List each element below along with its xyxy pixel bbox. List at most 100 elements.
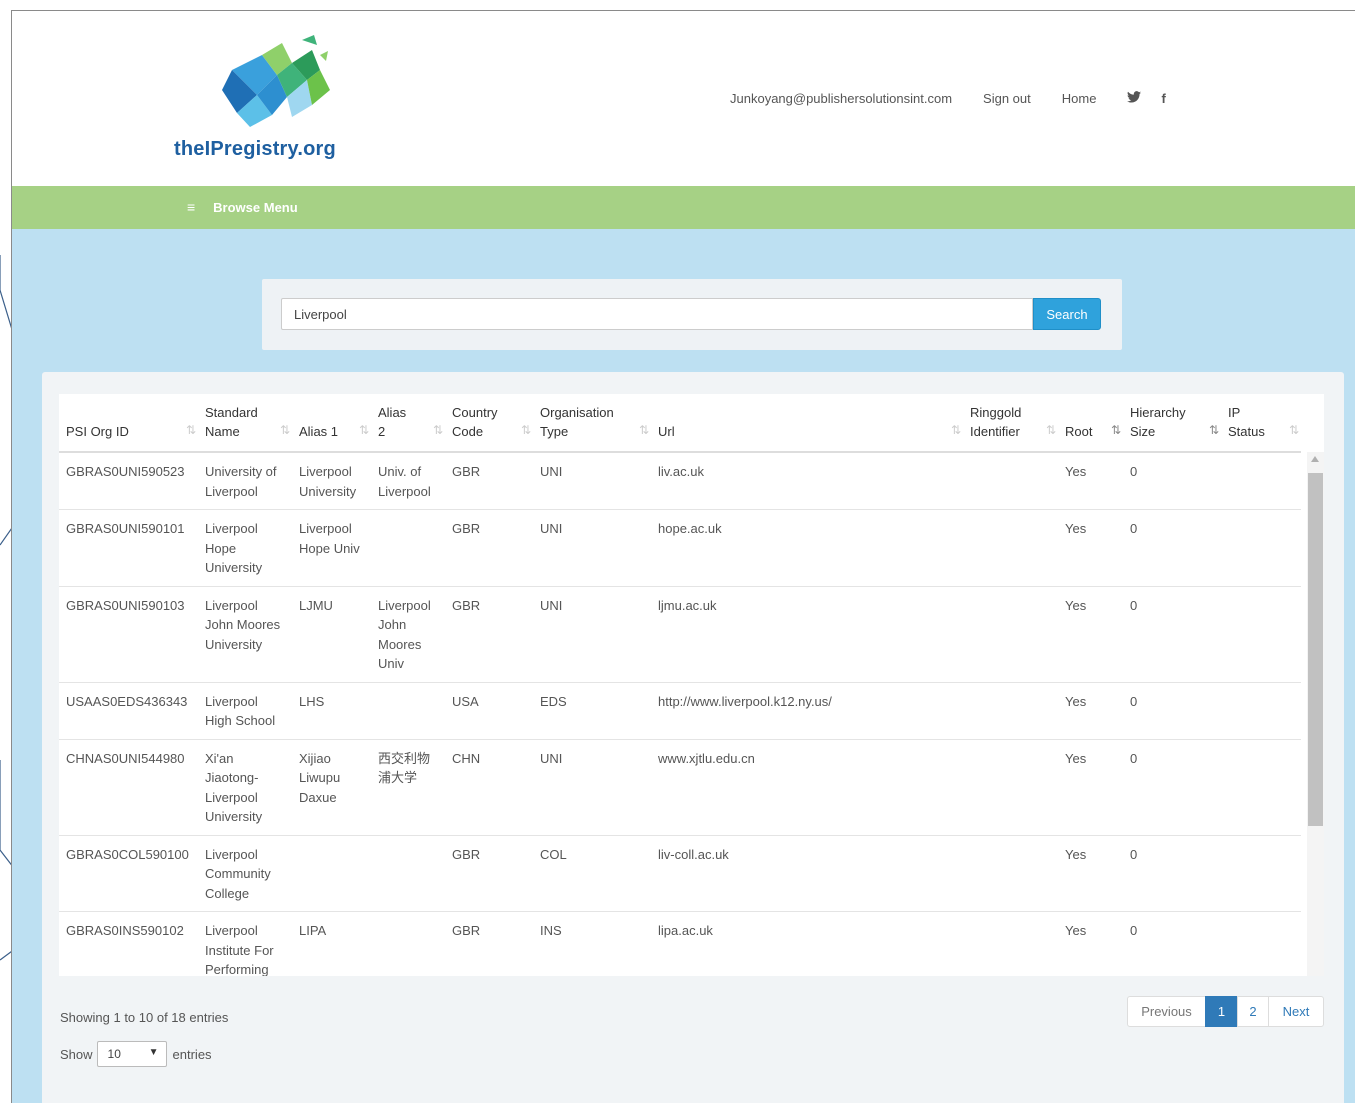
top-nav: Junkoyang@publishersolutionsint.com Sign… bbox=[730, 91, 1186, 106]
pagination-next[interactable]: Next bbox=[1268, 996, 1324, 1027]
cell-root: Yes bbox=[1058, 911, 1123, 976]
logo-globe-icon bbox=[222, 35, 330, 127]
menu-bar: ≡ Browse Menu bbox=[12, 186, 1355, 229]
search-panel: Search bbox=[262, 279, 1122, 350]
cell-psi-org-id: GBRAS0UNI590523 bbox=[59, 451, 198, 510]
column-header-root[interactable]: Root ⇅ bbox=[1058, 394, 1123, 453]
show-label: Show bbox=[60, 1046, 93, 1062]
cell-country-code: GBR bbox=[445, 834, 533, 912]
column-header-country-code[interactable]: Country Code ⇅ bbox=[445, 394, 533, 453]
cell-organisation-type: UNI bbox=[533, 451, 651, 510]
table-row[interactable]: GBRAS0UNI590103 Liverpool John Moores Uni… bbox=[59, 585, 1301, 682]
cell-root: Yes bbox=[1058, 738, 1123, 835]
column-header-ip-status[interactable]: IP Status ⇅ bbox=[1221, 394, 1301, 453]
column-header-label: Code bbox=[452, 424, 484, 439]
table-row[interactable]: GBRAS0COL590100 Liverpool Community Colle… bbox=[59, 834, 1301, 912]
cell-ip-status bbox=[1221, 911, 1301, 976]
cell-standard-name: Liverpool Institute For Performing Arts bbox=[198, 911, 292, 976]
scroll-thumb[interactable] bbox=[1308, 473, 1323, 826]
cell-standard-name: University of Liverpool bbox=[198, 451, 292, 510]
table-row[interactable]: GBRAS0UNI590101 Liverpool Hope University… bbox=[59, 509, 1301, 586]
table-scrollbar[interactable] bbox=[1307, 452, 1324, 976]
cell-root: Yes bbox=[1058, 451, 1123, 510]
table-header-row: PSI Org ID ⇅ Standard Name ⇅ Alias 1 ⇅ Alias 2 ⇅ C… bbox=[59, 394, 1301, 453]
cell-standard-name: Liverpool Hope University bbox=[198, 509, 292, 586]
search-input[interactable] bbox=[281, 298, 1033, 330]
cell-alias-1: LIPA bbox=[292, 911, 371, 976]
cell-country-code: GBR bbox=[445, 509, 533, 586]
column-header-url[interactable]: Url ⇅ bbox=[651, 394, 963, 453]
site-logo[interactable]: theIPregistry.org bbox=[174, 35, 354, 165]
page-length-select[interactable]: 10 bbox=[96, 1041, 167, 1067]
pagination: Previous 1 2 Next bbox=[1127, 996, 1324, 1027]
cell-url: http://www.liverpool.k12.ny.us/ bbox=[651, 681, 963, 739]
facebook-icon[interactable]: f bbox=[1161, 91, 1165, 106]
browser-page: theIPregistry.org Junkoyang@publishersol… bbox=[11, 10, 1355, 1103]
cell-hierarchy-size: 0 bbox=[1123, 738, 1221, 835]
cell-alias-1: Liverpool Hope Univ bbox=[292, 509, 371, 586]
column-header-alias-1[interactable]: Alias 1 ⇅ bbox=[292, 394, 371, 453]
pagination-page-1[interactable]: 1 bbox=[1205, 996, 1238, 1027]
cell-url: www.xjtlu.edu.cn bbox=[651, 738, 963, 835]
results-table-wrapper: PSI Org ID ⇅ Standard Name ⇅ Alias 1 ⇅ Alias 2 ⇅ C… bbox=[59, 394, 1324, 976]
column-header-label: Status bbox=[1228, 424, 1265, 439]
column-header-label: 2 bbox=[378, 424, 386, 439]
twitter-icon[interactable] bbox=[1127, 91, 1142, 106]
cell-psi-org-id: GBRAS0UNI590103 bbox=[59, 585, 198, 682]
column-header-ringgold-identifier[interactable]: Ringgold Identifier ⇅ bbox=[963, 394, 1058, 453]
cell-ringgold-identifier bbox=[963, 834, 1058, 912]
cell-standard-name: Liverpool John Moores University bbox=[198, 585, 292, 682]
cell-hierarchy-size: 0 bbox=[1123, 681, 1221, 739]
sign-out-link[interactable]: Sign out bbox=[983, 91, 1031, 106]
cell-ip-status bbox=[1221, 681, 1301, 739]
cell-ringgold-identifier bbox=[963, 509, 1058, 586]
sort-icon[interactable]: ⇅ bbox=[521, 421, 531, 440]
pagination-page-2[interactable]: 2 bbox=[1237, 996, 1269, 1027]
cell-ringgold-identifier bbox=[963, 681, 1058, 739]
cell-psi-org-id: GBRAS0INS590102 bbox=[59, 911, 198, 976]
table-row[interactable]: CHNAS0UNI544980 Xi'an Jiaotong-Liverpool … bbox=[59, 738, 1301, 835]
cell-psi-org-id: GBRAS0UNI590101 bbox=[59, 509, 198, 586]
sort-icon[interactable]: ⇅ bbox=[433, 421, 443, 440]
sort-icon[interactable]: ⇅ bbox=[1046, 421, 1056, 440]
table-row[interactable]: USAAS0EDS436343 Liverpool High School LHS U… bbox=[59, 681, 1301, 739]
cell-organisation-type: COL bbox=[533, 834, 651, 912]
column-header-label: Hierarchy bbox=[1130, 405, 1186, 420]
sort-icon[interactable]: ⇅ bbox=[1209, 421, 1219, 440]
column-header-organisation-type[interactable]: Organisation Type ⇅ bbox=[533, 394, 651, 453]
sort-icon[interactable]: ⇅ bbox=[1111, 421, 1121, 440]
sort-icon[interactable]: ⇅ bbox=[1289, 421, 1299, 440]
column-header-label: Standard bbox=[205, 405, 258, 420]
column-header-psi-org-id[interactable]: PSI Org ID ⇅ bbox=[59, 394, 198, 453]
cell-alias-1: LHS bbox=[292, 681, 371, 739]
home-link[interactable]: Home bbox=[1062, 91, 1097, 106]
sort-icon[interactable]: ⇅ bbox=[951, 421, 961, 440]
column-header-label: Alias 1 bbox=[299, 424, 339, 439]
column-header-hierarchy-size[interactable]: Hierarchy Size ⇅ bbox=[1123, 394, 1221, 453]
cell-ip-status bbox=[1221, 834, 1301, 912]
user-email-link[interactable]: Junkoyang@publishersolutionsint.com bbox=[730, 91, 952, 106]
column-header-label: PSI Org ID bbox=[66, 424, 129, 439]
browse-menu-button[interactable]: ≡ Browse Menu bbox=[187, 199, 298, 215]
table-row[interactable]: GBRAS0INS590102 Liverpool Institute For P… bbox=[59, 911, 1301, 976]
page-length-control: Show 10 ▼ entries bbox=[60, 1041, 212, 1067]
search-button[interactable]: Search bbox=[1033, 298, 1101, 330]
sort-icon[interactable]: ⇅ bbox=[639, 421, 649, 440]
logo-text: theIPregistry.org bbox=[174, 138, 336, 160]
cell-organisation-type: UNI bbox=[533, 585, 651, 682]
cell-hierarchy-size: 0 bbox=[1123, 451, 1221, 510]
sort-icon[interactable]: ⇅ bbox=[280, 421, 290, 440]
cell-root: Yes bbox=[1058, 834, 1123, 912]
cell-hierarchy-size: 0 bbox=[1123, 911, 1221, 976]
cell-url: liv.ac.uk bbox=[651, 451, 963, 510]
cell-alias-2 bbox=[371, 911, 445, 976]
scroll-up-icon[interactable] bbox=[1311, 456, 1319, 462]
pagination-previous[interactable]: Previous bbox=[1127, 996, 1206, 1027]
cell-alias-2: Univ. of Liverpool bbox=[371, 451, 445, 510]
sort-icon[interactable]: ⇅ bbox=[186, 421, 196, 440]
cell-root: Yes bbox=[1058, 585, 1123, 682]
sort-icon[interactable]: ⇅ bbox=[359, 421, 369, 440]
table-row[interactable]: GBRAS0UNI590523 University of Liverpool Li… bbox=[59, 451, 1301, 510]
column-header-alias-2[interactable]: Alias 2 ⇅ bbox=[371, 394, 445, 453]
column-header-standard-name[interactable]: Standard Name ⇅ bbox=[198, 394, 292, 453]
